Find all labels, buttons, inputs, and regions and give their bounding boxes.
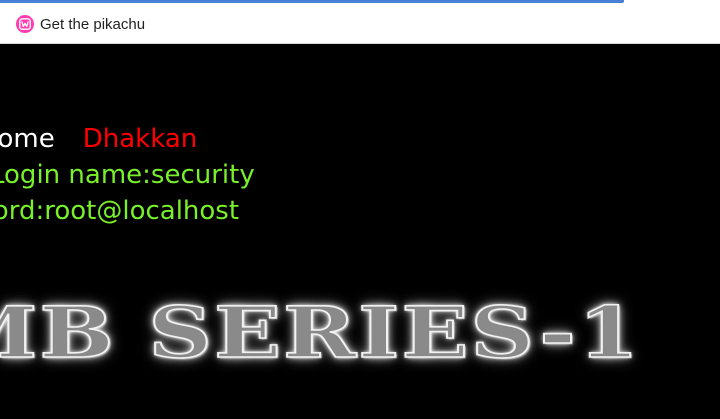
page: Get the pikachu lcome Dhakkan Login name:…: [0, 0, 720, 419]
user-name: Dhakkan: [82, 124, 198, 154]
tab-title: Get the pikachu: [40, 15, 146, 33]
page-content: lcome Dhakkan Login name:security sword:r…: [0, 44, 720, 419]
welcome-label: lcome: [0, 124, 55, 154]
password-text: sword:root@localhost: [0, 196, 240, 226]
series-banner: MB SERIES-1: [0, 290, 641, 374]
login-name-text: Login name:security: [0, 160, 255, 190]
browser-tab-bar: Get the pikachu: [0, 0, 720, 44]
welcome-line: lcome Dhakkan: [0, 122, 197, 156]
wamp-icon: [16, 15, 34, 33]
browser-tab[interactable]: Get the pikachu: [16, 13, 145, 35]
tab-accent-bar: [0, 0, 624, 3]
